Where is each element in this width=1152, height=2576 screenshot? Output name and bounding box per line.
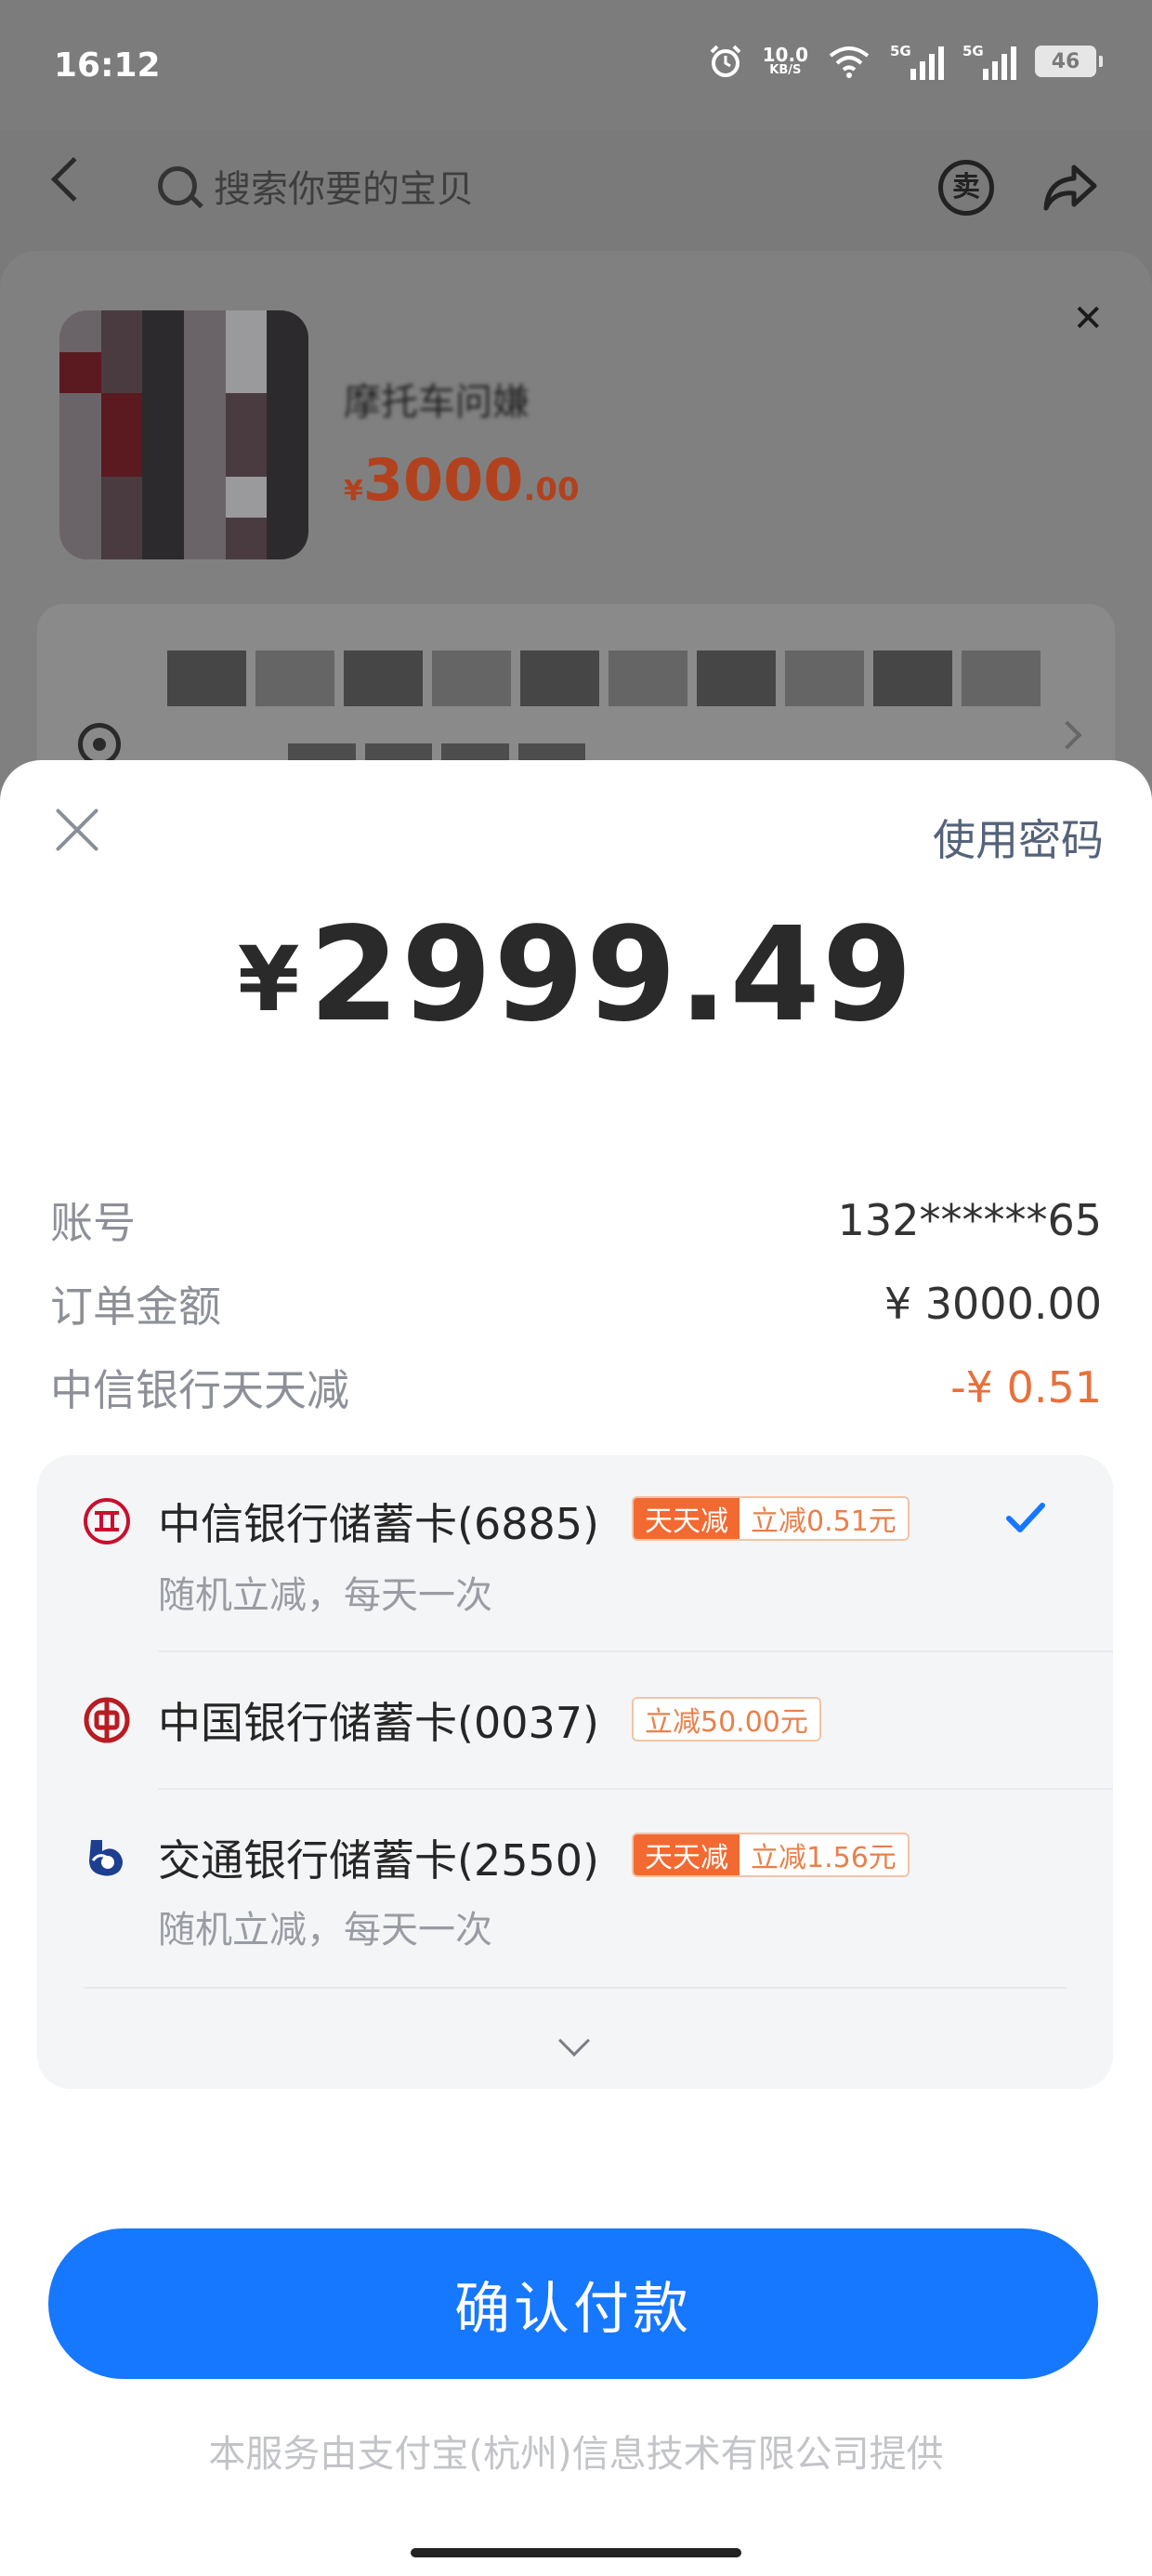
account-row: 账号 132******65	[50, 1188, 1102, 1253]
signal-label: 5G	[890, 43, 911, 59]
signal-icon: 5G	[962, 43, 1016, 80]
promo-tag: 立减50.00元	[632, 1697, 821, 1741]
sell-icon[interactable]: 卖	[938, 160, 994, 216]
promo-tag: 天天减 立减0.51元	[632, 1496, 910, 1541]
card-name: 中信银行储蓄卡(6885)	[158, 1499, 599, 1549]
battery-icon: 46	[1035, 46, 1103, 77]
payment-sheet: 使用密码 ¥2999.49 账号 132******65 订单金额 ¥ 3000…	[0, 760, 1152, 2576]
chevron-right-icon	[1053, 720, 1082, 750]
bank-of-communications-icon	[89, 1840, 123, 1876]
order-amount-label: 订单金额	[50, 1281, 221, 1332]
home-indicator[interactable]	[411, 2548, 741, 2557]
net-speed: 10.0 KB/S	[763, 46, 808, 77]
alarm-icon	[710, 45, 741, 77]
bank-of-china-icon	[84, 1697, 130, 1743]
chevron-down-icon[interactable]	[558, 2025, 590, 2057]
product-price: ¥3000.00	[344, 446, 580, 514]
card-subtitle: 随机立减，每天一次	[158, 1574, 492, 1617]
divider	[84, 1987, 1067, 1989]
net-speed-unit: KB/S	[769, 63, 802, 77]
discount-row: 中信银行天天减 -¥ 0.51	[50, 1355, 1102, 1420]
discount-amount-tag: 立减50.00元	[634, 1699, 819, 1740]
status-time: 16:12	[54, 46, 161, 85]
discount-amount-tag: 立减1.56元	[740, 1834, 908, 1875]
payment-amount: ¥2999.49	[0, 900, 1152, 1051]
product-thumbnail	[59, 310, 308, 559]
check-icon	[1006, 1503, 1045, 1532]
daily-discount-tag: 天天减	[634, 1498, 740, 1539]
service-provider-note: 本服务由支付宝(杭州)信息技术有限公司提供	[208, 2433, 944, 2476]
account-label: 账号	[50, 1198, 136, 1248]
card-subtitle: 随机立减，每天一次	[158, 1909, 492, 1952]
status-icons: 10.0 KB/S 5G 5G 46	[707, 43, 1103, 80]
daily-discount-tag: 天天减	[634, 1834, 740, 1875]
search-icon	[158, 166, 197, 205]
payment-method-bocom[interactable]: 交通银行储蓄卡(2550) 天天减 立减1.56元 随机立减，每天一次	[37, 1790, 1113, 1989]
card-name: 中国银行储蓄卡(0037)	[158, 1698, 599, 1748]
signal-icon: 5G	[890, 43, 944, 80]
product-sheet: ✕ 摩托车问嫌 ¥3000.00	[0, 251, 1152, 808]
signal-label: 5G	[962, 43, 984, 59]
share-icon[interactable]	[1041, 160, 1100, 216]
status-bar: 16:12 10.0 KB/S 5G 5G 46	[0, 0, 1152, 130]
back-arrow-icon[interactable]	[50, 156, 97, 203]
search-bar[interactable]: 搜索你要的宝贝	[158, 156, 474, 216]
price-currency: ¥	[344, 475, 363, 507]
payment-method-citic[interactable]: 中信银行储蓄卡(6885) 天天减 立减0.51元 随机立减，每天一次	[37, 1455, 1113, 1652]
confirm-payment-button[interactable]: 确认付款	[48, 2228, 1098, 2379]
payment-method-boc[interactable]: 中国银行储蓄卡(0037) 立减50.00元	[37, 1652, 1113, 1790]
address-text-blurred	[167, 651, 1041, 706]
product-name: 摩托车问嫌	[344, 381, 530, 424]
amount-value: 2999.49	[308, 900, 915, 1051]
price-decimal: .00	[523, 471, 580, 508]
wifi-icon	[829, 46, 870, 78]
payment-method-list: 中信银行储蓄卡(6885) 天天减 立减0.51元 随机立减，每天一次 中国银行…	[37, 1455, 1113, 2089]
discount-label: 中信银行天天减	[50, 1365, 349, 1415]
use-password-link[interactable]: 使用密码	[933, 807, 1104, 868]
close-icon[interactable]: ✕	[1072, 297, 1104, 340]
card-name: 交通银行储蓄卡(2550)	[158, 1835, 599, 1886]
discount-value: -¥ 0.51	[950, 1362, 1102, 1413]
promo-tag: 天天减 立减1.56元	[632, 1833, 910, 1877]
order-amount-value: ¥ 3000.00	[884, 1279, 1102, 1329]
citic-bank-icon	[84, 1498, 130, 1544]
price-integer: 3000	[362, 446, 524, 514]
order-amount-row: 订单金额 ¥ 3000.00	[50, 1271, 1102, 1336]
account-value: 132******65	[837, 1195, 1102, 1245]
net-speed-value: 10.0	[762, 44, 808, 66]
discount-amount-tag: 立减0.51元	[740, 1498, 908, 1539]
amount-currency: ¥	[237, 927, 300, 1032]
app-header: 搜索你要的宝贝 卖	[0, 130, 1152, 251]
search-placeholder: 搜索你要的宝贝	[214, 168, 474, 211]
close-icon[interactable]	[52, 805, 102, 855]
